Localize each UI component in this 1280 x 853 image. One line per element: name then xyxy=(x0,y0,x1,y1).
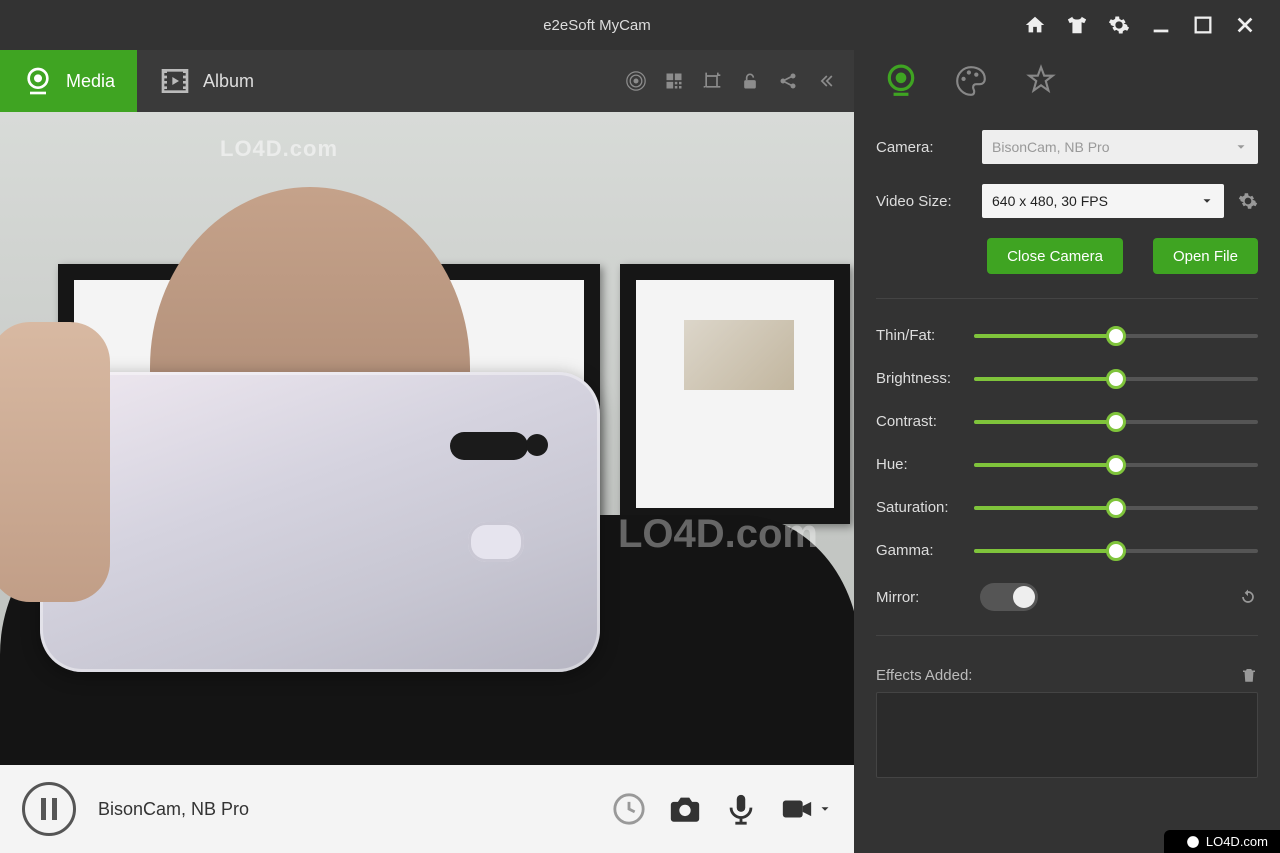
history-clock-icon[interactable] xyxy=(612,792,646,826)
pause-button[interactable] xyxy=(22,782,76,836)
webcam-icon xyxy=(22,65,54,97)
maximize-icon[interactable] xyxy=(1192,14,1214,36)
window-title: e2eSoft MyCam xyxy=(0,17,1024,34)
microphone-icon[interactable] xyxy=(724,792,758,826)
slider-gamma-label: Gamma: xyxy=(876,542,962,559)
minimize-icon[interactable] xyxy=(1150,14,1172,36)
slider-contrast[interactable]: Contrast: xyxy=(876,413,1258,430)
videosize-select-value: 640 x 480, 30 FPS xyxy=(992,193,1108,209)
broadcast-icon[interactable] xyxy=(626,71,646,91)
tab-media-label: Media xyxy=(66,71,115,92)
camera-select-value: BisonCam, NB Pro xyxy=(992,139,1109,155)
mirror-toggle[interactable] xyxy=(980,583,1038,611)
right-tab-camera-icon[interactable] xyxy=(884,64,918,98)
crop-icon[interactable] xyxy=(702,71,722,91)
qrcode-icon[interactable] xyxy=(664,71,684,91)
divider xyxy=(876,298,1258,299)
tab-media[interactable]: Media xyxy=(0,50,137,112)
chevron-down-icon xyxy=(1200,194,1214,208)
slider-brightness-label: Brightness: xyxy=(876,370,962,387)
effects-list xyxy=(876,692,1258,778)
share-icon[interactable] xyxy=(778,71,798,91)
watermark-big: LO4D.com xyxy=(618,512,818,557)
settings-gear-icon[interactable] xyxy=(1108,14,1130,36)
slider-hue[interactable]: Hue: xyxy=(876,456,1258,473)
reset-icon[interactable] xyxy=(1238,587,1258,607)
corner-brand-badge: LO4D.com xyxy=(1164,830,1280,853)
collapse-icon[interactable] xyxy=(816,71,836,91)
video-preview: LO4D.com LO4D.com xyxy=(0,112,854,765)
slider-saturation[interactable]: Saturation: xyxy=(876,499,1258,516)
slider-saturation-label: Saturation: xyxy=(876,499,962,516)
tab-album-label: Album xyxy=(203,71,254,92)
open-file-button[interactable]: Open File xyxy=(1153,238,1258,274)
camera-label: Camera: xyxy=(876,139,968,156)
slider-gamma[interactable]: Gamma: xyxy=(876,542,1258,559)
mirror-label: Mirror: xyxy=(876,589,962,606)
snapshot-camera-icon[interactable] xyxy=(668,792,702,826)
slider-brightness[interactable]: Brightness: xyxy=(876,370,1258,387)
watermark-top: LO4D.com xyxy=(220,136,338,162)
record-video-button[interactable] xyxy=(780,792,832,826)
right-tab-palette-icon[interactable] xyxy=(954,64,988,98)
slider-thinfat-label: Thin/Fat: xyxy=(876,327,962,344)
right-tab-star-icon[interactable] xyxy=(1024,64,1058,98)
tshirt-icon[interactable] xyxy=(1066,14,1088,36)
chevron-down-icon xyxy=(1234,140,1248,154)
close-camera-button[interactable]: Close Camera xyxy=(987,238,1123,274)
close-icon[interactable] xyxy=(1234,14,1256,36)
slider-contrast-label: Contrast: xyxy=(876,413,962,430)
active-device-name: BisonCam, NB Pro xyxy=(98,799,590,820)
filmstrip-icon xyxy=(159,65,191,97)
videosize-select[interactable]: 640 x 480, 30 FPS xyxy=(982,184,1224,218)
slider-thinfat[interactable]: Thin/Fat: xyxy=(876,327,1258,344)
chevron-down-icon xyxy=(818,802,832,816)
home-icon[interactable] xyxy=(1024,14,1046,36)
videosize-label: Video Size: xyxy=(876,193,968,210)
unlock-icon[interactable] xyxy=(740,71,760,91)
tab-album[interactable]: Album xyxy=(137,50,276,112)
trash-icon[interactable] xyxy=(1240,666,1258,684)
slider-hue-label: Hue: xyxy=(876,456,962,473)
videosize-settings-icon[interactable] xyxy=(1238,191,1258,211)
effects-added-label: Effects Added: xyxy=(876,667,972,684)
camera-select[interactable]: BisonCam, NB Pro xyxy=(982,130,1258,164)
divider xyxy=(876,635,1258,636)
